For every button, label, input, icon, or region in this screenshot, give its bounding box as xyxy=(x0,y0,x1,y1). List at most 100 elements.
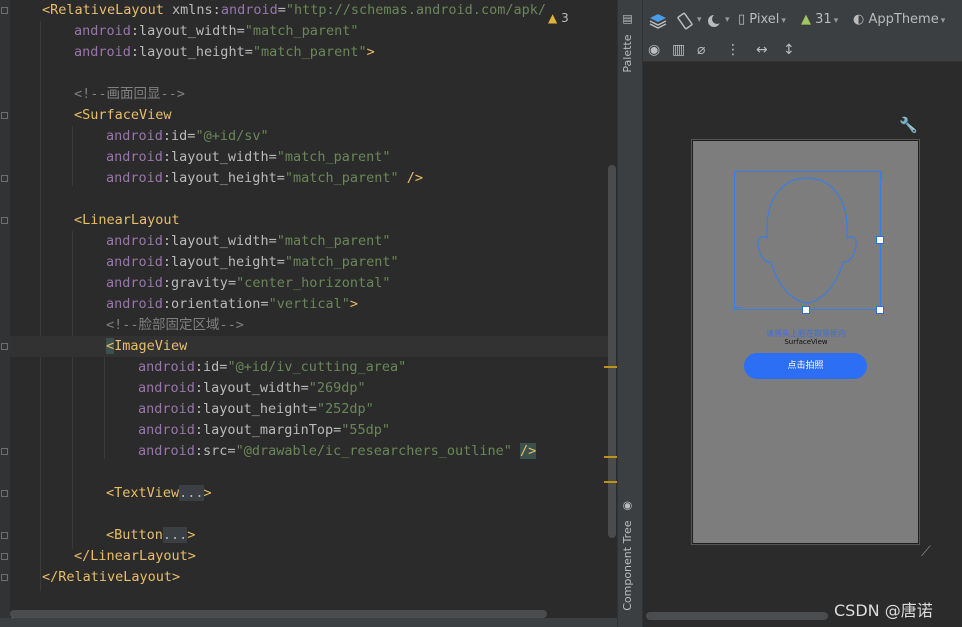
code-line[interactable]: android:layout_width="269dp" xyxy=(10,378,366,399)
code-line[interactable]: android:layout_width="match_parent" xyxy=(10,147,391,168)
horizontal-resize-icon[interactable]: ↔ xyxy=(756,40,768,60)
image-view-cutting-area[interactable] xyxy=(734,170,882,310)
fold-marker[interactable] xyxy=(1,7,8,14)
code-token: :layout_width xyxy=(194,380,301,396)
code-line[interactable]: android:layout_height="match_parent"> xyxy=(10,42,375,63)
code-token: android xyxy=(138,422,195,438)
code-token: :id xyxy=(194,359,220,375)
fold-marker[interactable] xyxy=(1,217,8,224)
fold-marker[interactable] xyxy=(1,175,8,182)
code-token: :layout_width xyxy=(162,149,269,165)
editor-horizontal-scrollbar[interactable] xyxy=(10,610,547,618)
chevron-down-icon: ▾ xyxy=(781,16,786,26)
palette-tab[interactable]: Palette ▤ xyxy=(621,14,634,73)
editor-bottom-strip xyxy=(0,618,617,627)
code-editor[interactable]: <RelativeLayout xmlns:android="http://sc… xyxy=(0,0,617,627)
code-line[interactable]: <SurfaceView xyxy=(10,105,172,126)
code-line[interactable]: android:id="@+id/sv" xyxy=(10,126,269,147)
orientation-icon[interactable] xyxy=(676,11,694,31)
code-line[interactable]: <!--画面回显--> xyxy=(10,84,185,105)
code-token: = xyxy=(300,380,309,396)
theme-selector[interactable]: ◐ AppTheme ▾ xyxy=(853,10,945,30)
code-line[interactable]: </LinearLayout> xyxy=(10,546,196,567)
code-token: = xyxy=(268,233,277,249)
code-line[interactable]: <!--脸部固定区域--> xyxy=(10,315,244,336)
chevron-down-icon: ▾ xyxy=(940,16,946,26)
code-token: "55dp" xyxy=(341,422,390,438)
code-line[interactable]: android:gravity="center_horizontal" xyxy=(10,273,391,294)
capture-button[interactable]: 点击拍照 xyxy=(744,353,867,379)
code-line[interactable]: <ImageView xyxy=(10,336,610,357)
code-line[interactable]: android:layout_width="match_parent" xyxy=(10,231,391,252)
code-token: ImageView xyxy=(114,338,188,354)
api-level-selector[interactable]: ▲ 31 ▾ xyxy=(801,10,838,30)
code-line[interactable]: android:id="@+id/iv_cutting_area" xyxy=(10,357,406,378)
code-line[interactable]: <Button...> xyxy=(10,525,195,546)
scroll-marker xyxy=(604,366,617,368)
code-line[interactable]: <LinearLayout xyxy=(10,210,180,231)
code-token: :orientation xyxy=(162,296,261,312)
code-line[interactable]: android:layout_height="252dp" xyxy=(10,399,374,420)
designer-toolbar: ▾ ▾ ▯ Pixel ▾ ▲ 31 ▾ ◐ AppTheme ▾ xyxy=(643,0,962,38)
constraints-icon[interactable]: ⋮ xyxy=(726,40,740,60)
code-token: <Button xyxy=(106,527,163,543)
code-token: = xyxy=(268,149,277,165)
inspection-warnings[interactable]: ▲ 3 xyxy=(548,11,569,25)
code-token: :layout_marginTop xyxy=(194,422,334,438)
code-token: "@drawable/ic_researchers_outline" xyxy=(235,443,521,459)
device-preview[interactable]: 请将头上脸在取景框内 SurfaceView 点击拍照 xyxy=(692,140,919,544)
device-label: Pixel xyxy=(749,12,780,27)
code-line[interactable]: android:orientation="vertical"> xyxy=(10,294,358,315)
resize-handle[interactable] xyxy=(876,306,884,314)
fold-marker[interactable] xyxy=(1,532,8,539)
code-line[interactable]: android:layout_height="match_parent" /> xyxy=(10,168,423,189)
component-tree-tab[interactable]: Component Tree ◉ xyxy=(621,500,634,611)
code-token: = xyxy=(260,296,269,312)
component-tree-icon: ◉ xyxy=(621,500,634,513)
autoconnect-off-icon[interactable]: ⌀ xyxy=(697,40,705,60)
fold-marker[interactable] xyxy=(1,553,8,560)
code-token: > xyxy=(187,527,196,543)
code-token: android xyxy=(138,443,195,459)
code-token: android xyxy=(138,359,195,375)
scrollbar-thumb[interactable] xyxy=(646,612,828,620)
vertical-resize-icon[interactable]: ↕ xyxy=(783,40,795,60)
code-line[interactable]: android:layout_height="match_parent" xyxy=(10,252,399,273)
night-mode-icon[interactable] xyxy=(705,11,723,31)
designer-secondary-toolbar: ◉ ▥ ⌀ ⋮ ↔ ↕ xyxy=(643,38,962,62)
warning-icon: ▲ xyxy=(548,11,558,25)
canvas-resize-handle[interactable]: ⟋ xyxy=(921,544,931,560)
view-options-icon[interactable]: ◉ xyxy=(648,40,660,60)
design-surface-layers-icon[interactable] xyxy=(649,11,667,31)
code-token: "center_horizontal" xyxy=(236,275,391,291)
code-line[interactable]: <TextView...> xyxy=(10,483,212,504)
layout-designer[interactable]: ▾ ▾ ▯ Pixel ▾ ▲ 31 ▾ ◐ AppTheme ▾ ◉ ▥ ⌀ ⋮ ↔… xyxy=(643,0,962,627)
chevron-down-icon[interactable]: ▾ xyxy=(697,15,702,25)
code-line[interactable]: android:src="@drawable/ic_researchers_ou… xyxy=(10,441,537,462)
code-line[interactable]: <RelativeLayout xmlns:android="http://sc… xyxy=(10,0,546,21)
fold-marker[interactable] xyxy=(1,448,8,455)
code-token: android xyxy=(106,254,163,270)
code-token: "252dp" xyxy=(316,401,374,417)
fold-marker[interactable] xyxy=(1,112,8,119)
fold-marker[interactable] xyxy=(1,490,8,497)
fold-marker[interactable] xyxy=(1,343,8,350)
fold-marker[interactable] xyxy=(1,574,8,581)
blueprint-toggle-icon[interactable]: ▥ xyxy=(672,40,685,60)
code-token: :src xyxy=(194,443,228,459)
code-line[interactable]: </RelativeLayout> xyxy=(10,567,180,588)
code-token: = xyxy=(276,170,285,186)
code-token: :layout_height xyxy=(194,401,309,417)
api-label: 31 xyxy=(815,12,832,27)
wrench-icon[interactable]: 🔧 xyxy=(899,116,918,134)
device-selector[interactable]: ▯ Pixel ▾ xyxy=(738,10,786,30)
code-token: = xyxy=(277,2,286,18)
resize-handle[interactable] xyxy=(876,236,884,244)
chevron-down-icon: ▾ xyxy=(833,16,839,26)
code-line[interactable]: android:layout_marginTop="55dp" xyxy=(10,420,390,441)
resize-handle[interactable] xyxy=(802,306,810,314)
code-line[interactable]: android:layout_width="match_parent" xyxy=(10,21,359,42)
chevron-down-icon[interactable]: ▾ xyxy=(725,15,730,25)
code-token: < xyxy=(106,338,115,354)
theme-label: AppTheme xyxy=(868,12,939,27)
